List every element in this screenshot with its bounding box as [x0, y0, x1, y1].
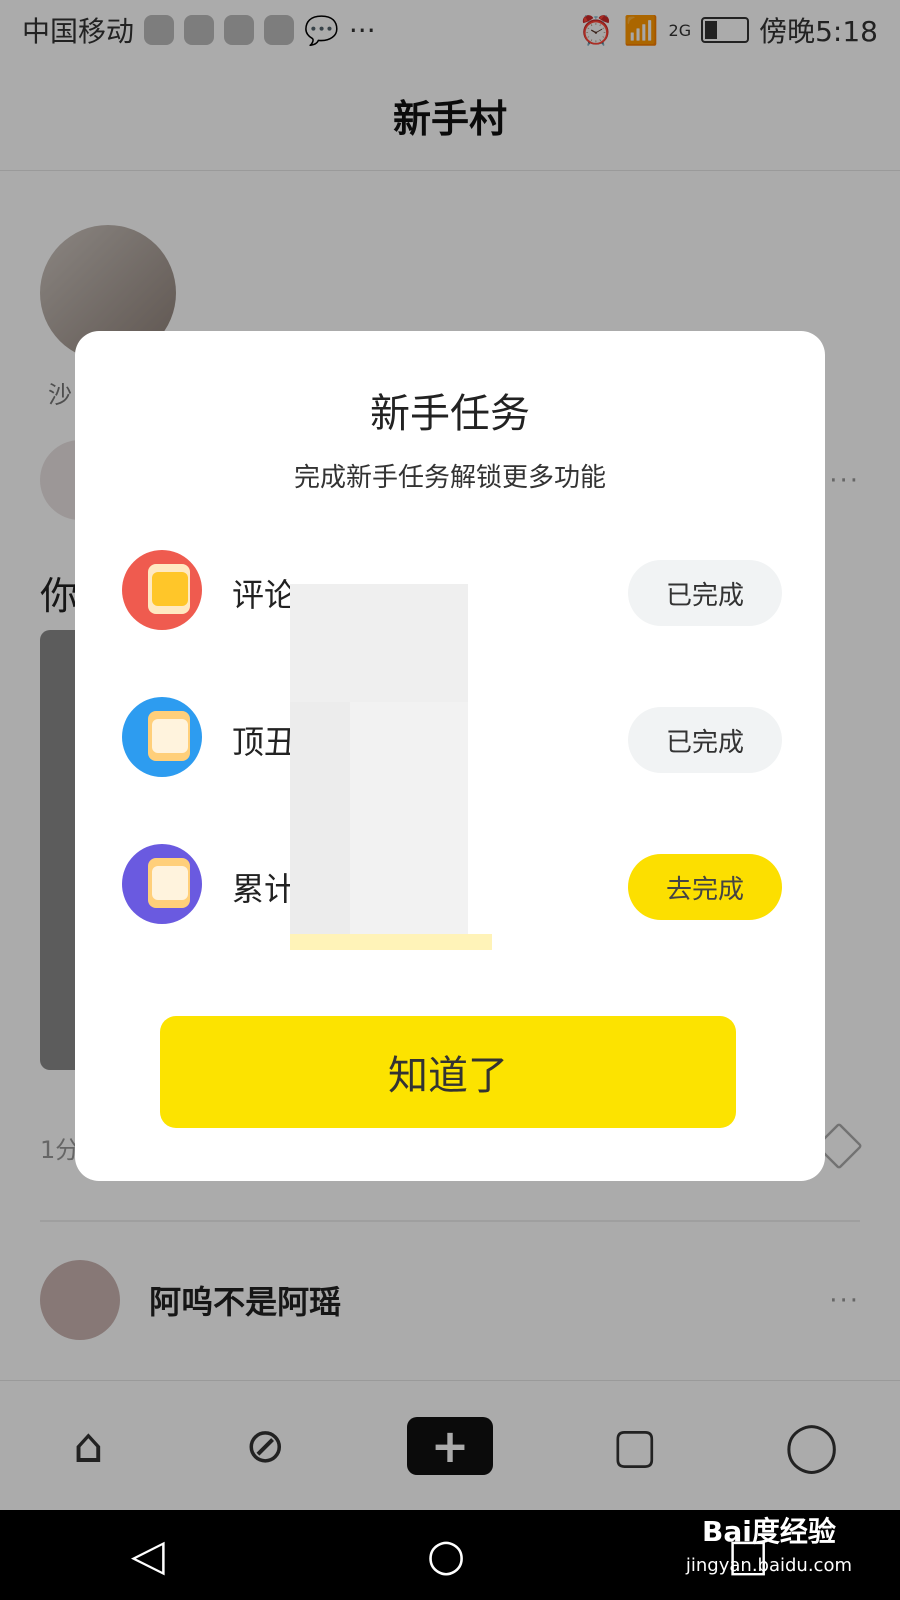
- watermark-brand: Bai度经验: [702, 1515, 836, 1548]
- home-circle-icon[interactable]: ○: [427, 1530, 465, 1581]
- cumulative-task-icon: [122, 844, 202, 924]
- comment-task-icon: [122, 550, 202, 630]
- watermark: Bai度经验 jingyan.baidu.com: [686, 1515, 852, 1583]
- redacted-area-part: [350, 702, 468, 934]
- cumulative-task-icon-card: [152, 866, 188, 900]
- confirm-button[interactable]: 知道了: [160, 1016, 736, 1128]
- task-label: 累计: [232, 870, 297, 908]
- task-status-button[interactable]: 已完成: [628, 560, 782, 626]
- redacted-strip: [290, 934, 492, 950]
- dialog-title: 新手任务: [370, 391, 530, 437]
- upvote-task-icon-card: [152, 719, 188, 753]
- task-label: 顶丑: [232, 723, 297, 761]
- task-status-button[interactable]: 已完成: [628, 707, 782, 773]
- watermark-url: jingyan.baidu.com: [685, 1555, 852, 1576]
- redacted-area: [290, 584, 468, 934]
- dialog-subtitle: 完成新手任务解锁更多功能: [293, 463, 606, 493]
- go-complete-button[interactable]: 去完成: [628, 854, 782, 920]
- redacted-area-part: [290, 702, 350, 934]
- comment-task-icon-bubble: [152, 572, 188, 606]
- upvote-task-icon: [122, 697, 202, 777]
- back-icon[interactable]: ◁: [131, 1530, 165, 1581]
- task-label: 评论: [232, 576, 297, 614]
